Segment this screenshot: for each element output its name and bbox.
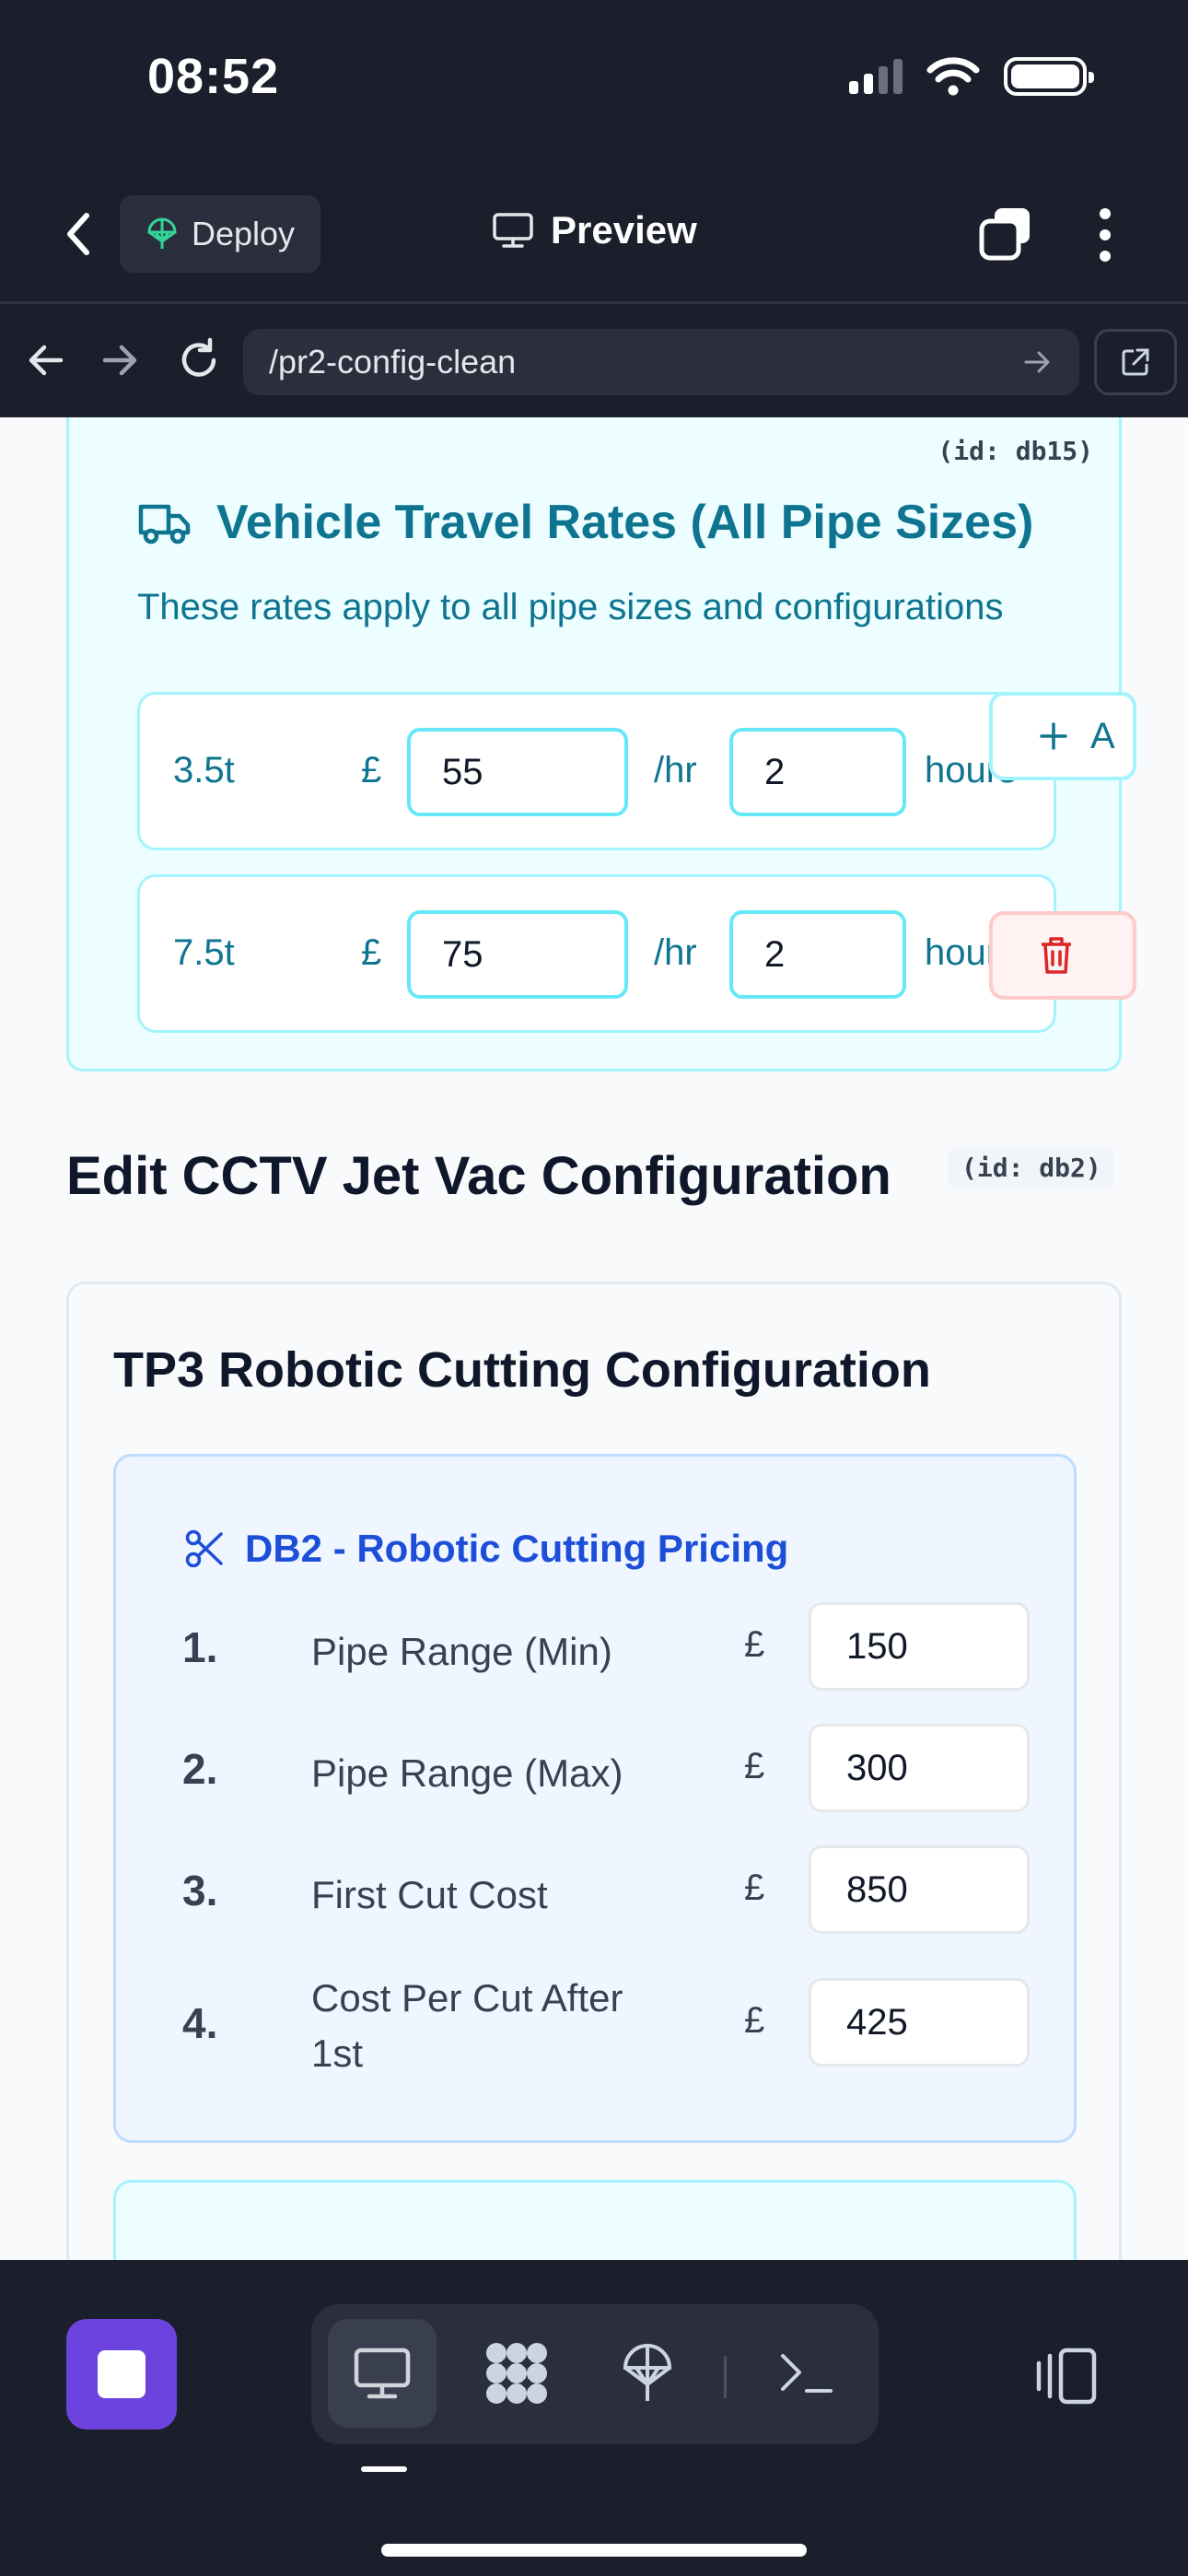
delete-vehicle-button[interactable] [989, 911, 1136, 1000]
deploy-icon [147, 217, 177, 249]
travel-id-tag: (id: db15) [938, 436, 1093, 466]
stop-button[interactable] [66, 2319, 177, 2430]
scissors-icon [185, 1529, 223, 1568]
open-external-button[interactable] [1094, 329, 1177, 395]
currency-symbol: £ [361, 750, 382, 790]
price-row: 4. Cost Per Cut After 1st £ 425 [182, 1976, 1030, 2075]
currency-symbol: £ [744, 1746, 765, 1786]
page-id-tag: (id: db2) [949, 1147, 1114, 1188]
hours-input[interactable]: 2 [729, 910, 906, 999]
grid-tool[interactable] [462, 2319, 571, 2428]
rate-row: 7.5t £ 75 /hr 2 hours [137, 874, 1056, 1033]
trash-icon [1042, 937, 1071, 974]
grid-icon [486, 2343, 547, 2404]
status-icons [849, 57, 1094, 96]
row-label: First Cut Cost [311, 1873, 548, 1916]
page-title: Edit CCTV Jet Vac Configuration [66, 1146, 891, 1206]
app-header: Deploy Preview [0, 166, 1188, 304]
preview-label: Preview [551, 208, 697, 252]
open-external-icon [1122, 348, 1149, 376]
config-title: TP3 Robotic Cutting Configuration [113, 1342, 931, 1398]
robotic-cutting-config-card: TP3 Robotic Cutting Configuration DB2 - … [66, 1282, 1122, 2260]
row-label: Cost Per Cut After 1st [311, 1976, 623, 2075]
price-row: 2. Pipe Range (Max) £ 300 [182, 1724, 1030, 1812]
deploy-tool[interactable] [593, 2319, 702, 2428]
row-label: Pipe Range (Max) [311, 1751, 623, 1795]
back-icon[interactable] [52, 206, 107, 262]
price-input[interactable]: 850 [809, 1845, 1030, 1934]
pricing-title-text: DB2 - Robotic Cutting Pricing [245, 1527, 789, 1570]
add-vehicle-button[interactable]: A [989, 692, 1136, 780]
robotic-cutting-pricing-panel: DB2 - Robotic Cutting Pricing 1. Pipe Ra… [113, 1454, 1077, 2143]
preview-tab[interactable]: Preview [492, 208, 697, 252]
tool-separator [724, 2356, 727, 2398]
battery-icon [1004, 57, 1094, 96]
browser-bar: /pr2-config-clean [0, 307, 1188, 417]
rate-unit: /hr [654, 932, 697, 973]
row-label: Pipe Range (Min) [311, 1630, 612, 1673]
vehicle-size: 7.5t [173, 932, 235, 973]
stop-icon [98, 2350, 146, 2398]
rate-row: 3.5t £ 55 /hr 2 hours [137, 692, 1056, 850]
currency-symbol: £ [361, 932, 382, 973]
hours-input[interactable]: 2 [729, 728, 906, 816]
price-row: 1. Pipe Range (Min) £ 150 [182, 1602, 1030, 1691]
status-time: 08:52 [147, 49, 280, 104]
price-input[interactable]: 300 [809, 1724, 1030, 1812]
hourly-rate-input[interactable]: 55 [407, 728, 628, 816]
desktop-icon [354, 2348, 411, 2399]
travel-description: These rates apply to all pipe sizes and … [137, 587, 1004, 627]
next-config-panel [113, 2180, 1077, 2260]
price-input[interactable]: 425 [809, 1978, 1030, 2067]
vehicle-travel-rates-card: (id: db15) Vehicle Travel Rates (All Pip… [66, 417, 1122, 1071]
more-icon[interactable] [1087, 203, 1124, 267]
wifi-icon [926, 57, 980, 96]
deploy-button[interactable]: Deploy [120, 195, 320, 273]
content-viewport[interactable]: (id: db15) Vehicle Travel Rates (All Pip… [0, 417, 1188, 2260]
go-arrow-icon[interactable] [1020, 345, 1054, 379]
arrow-right-icon[interactable] [94, 334, 146, 386]
desktop-tool[interactable] [328, 2319, 437, 2428]
signal-icon [849, 59, 903, 94]
price-row: 3. First Cut Cost £ 850 [182, 1845, 1030, 1934]
rate-unit: /hr [654, 750, 697, 790]
currency-symbol: £ [744, 1624, 765, 1665]
bottom-toolbar [0, 2260, 1188, 2576]
row-number: 4. [182, 1999, 218, 2047]
row-number: 2. [182, 1745, 218, 1793]
url-field[interactable]: /pr2-config-clean [243, 329, 1079, 395]
row-number: 3. [182, 1867, 218, 1914]
travel-title: Vehicle Travel Rates (All Pipe Sizes) [137, 495, 1033, 550]
price-input[interactable]: 150 [809, 1602, 1030, 1691]
truck-icon [138, 504, 191, 544]
home-indicator[interactable] [381, 2544, 807, 2557]
tabs-icon[interactable] [976, 205, 1035, 263]
pricing-title: DB2 - Robotic Cutting Pricing [184, 1527, 788, 1571]
hourly-rate-input[interactable]: 75 [407, 910, 628, 999]
deploy-icon [623, 2344, 672, 2401]
active-tool-indicator [361, 2466, 407, 2472]
travel-title-text: Vehicle Travel Rates (All Pipe Sizes) [216, 496, 1034, 549]
url-text: /pr2-config-clean [269, 343, 517, 381]
add-vehicle-label: A [1090, 715, 1115, 756]
terminal-tool[interactable] [751, 2319, 860, 2428]
currency-symbol: £ [744, 2000, 765, 2041]
arrow-left-icon[interactable] [20, 334, 72, 386]
reload-icon[interactable] [173, 334, 225, 386]
row-number: 1. [182, 1623, 218, 1671]
terminal-icon [781, 2354, 833, 2393]
monitor-icon [493, 213, 533, 248]
currency-symbol: £ [744, 1868, 765, 1908]
devices-icon[interactable] [1030, 2339, 1103, 2413]
tool-group [311, 2304, 879, 2444]
status-bar: 08:52 [0, 0, 1188, 166]
vehicle-size: 3.5t [173, 750, 235, 790]
plus-icon [1040, 722, 1067, 750]
deploy-label: Deploy [191, 215, 296, 252]
